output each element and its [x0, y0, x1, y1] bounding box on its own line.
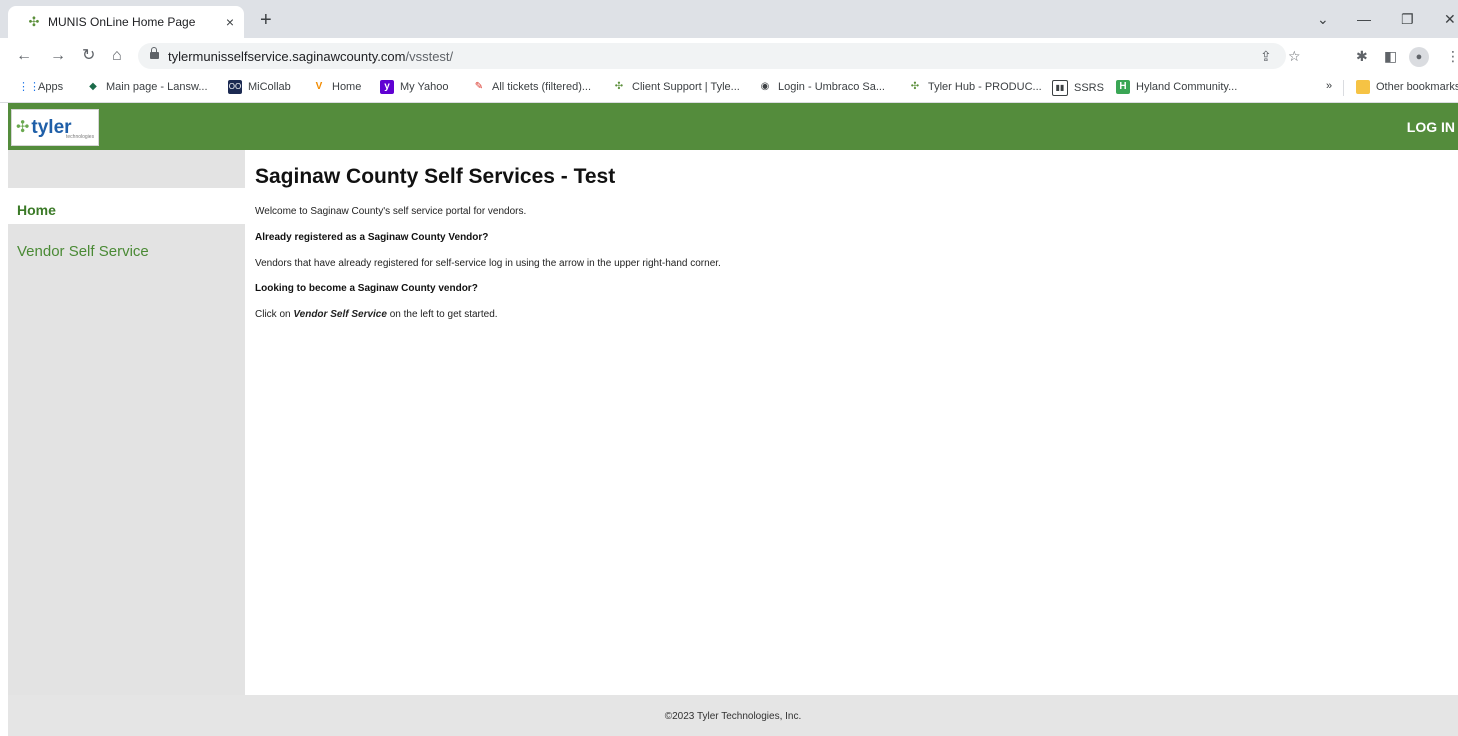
tyler-icon: ✣ [910, 81, 920, 92]
back-button[interactable]: ← [16, 46, 32, 66]
bookmark-star-icon[interactable]: ☆ [1288, 47, 1301, 65]
profile-avatar-icon[interactable]: ● [1409, 47, 1429, 67]
browser-tab-strip: ✣ MUNIS OnLine Home Page × + ⌄ — ❐ ✕ [0, 0, 1458, 38]
bookmark-home[interactable]: V Home [312, 80, 362, 94]
tyler-logo[interactable]: ✣ tyler technologies [11, 109, 99, 146]
apps-grid-icon: ⋮⋮ [18, 81, 40, 93]
bookmark-umbraco-login[interactable]: ◉ Login - Umbraco Sa... [758, 80, 885, 94]
url-text[interactable]: tylermunisselfservice.saginawcounty.com/… [168, 49, 453, 64]
ssrs-icon: ▮▮ [1052, 80, 1068, 96]
site-footer: ©2023 Tyler Technologies, Inc. [8, 695, 1458, 736]
tab-close-icon[interactable]: × [226, 14, 234, 30]
lansweeper-icon: ◆ [89, 81, 97, 92]
copyright-text: ©2023 Tyler Technologies, Inc. [664, 711, 802, 722]
home-button[interactable]: ⌂ [112, 46, 122, 66]
tab-title: MUNIS OnLine Home Page [48, 15, 196, 29]
bookmark-client-support[interactable]: ✣ Client Support | Tyle... [612, 80, 740, 94]
bookmark-my-yahoo[interactable]: y My Yahoo [380, 80, 449, 94]
folder-icon [1356, 80, 1370, 94]
bookmarks-bar: ⋮⋮ Apps ◆ Main page - Lansw... OO MiColl… [0, 74, 1458, 103]
bookmark-ssrs[interactable]: ▮▮ SSRS [1052, 80, 1104, 96]
site-header: ✣ tyler technologies LOG IN [8, 103, 1458, 150]
new-tab-button[interactable]: + [260, 10, 272, 30]
get-started-text: Click on Vendor Self Service on the left… [255, 309, 498, 320]
bookmark-lansweeper[interactable]: ◆ Main page - Lansw... [86, 80, 207, 94]
tyler-logo-icon: ✣ [16, 118, 30, 136]
menu-kebab-icon[interactable]: ⋮ [1446, 47, 1458, 65]
other-bookmarks-folder[interactable]: Other bookmarks [1356, 80, 1458, 94]
address-bar[interactable]: tylermunisselfservice.saginawcounty.com/… [138, 43, 1286, 69]
reload-button[interactable]: ↻ [82, 46, 95, 66]
tab-search-icon[interactable]: ⌄ [1317, 10, 1329, 28]
browser-toolbar: ← → ↻ ⌂ tylermunisselfservice.saginawcou… [0, 38, 1458, 74]
vendor-self-service-link[interactable]: Vendor Self Service [293, 309, 387, 320]
tyler-icon: ✣ [614, 81, 624, 92]
more-bookmarks-button[interactable]: » [1326, 80, 1332, 92]
bookmark-micollab[interactable]: OO MiCollab [228, 80, 291, 94]
tyler-favicon-icon: ✣ [28, 14, 40, 29]
lock-icon[interactable] [150, 47, 159, 61]
bookmark-apps[interactable]: ⋮⋮ Apps [18, 80, 63, 94]
browser-tab[interactable]: ✣ MUNIS OnLine Home Page × [8, 6, 244, 38]
registered-text: Vendors that have already registered for… [255, 258, 721, 269]
hyland-icon: H [1116, 80, 1130, 94]
become-vendor-heading: Looking to become a Saginaw County vendo… [255, 283, 478, 294]
home-bookmark-icon: V [315, 81, 323, 92]
sidebar-item-vendor-self-service[interactable]: Vendor Self Service [17, 243, 149, 260]
micollab-icon: OO [228, 80, 242, 94]
sidebar-item-label: Home [17, 202, 56, 218]
globe-icon: ◉ [760, 81, 770, 92]
share-icon[interactable]: ⇪ [1260, 47, 1272, 65]
tickets-icon: ✎ [474, 81, 484, 92]
bookmark-all-tickets[interactable]: ✎ All tickets (filtered)... [472, 80, 591, 94]
extensions-icon[interactable]: ✱ [1356, 47, 1368, 65]
sidebar-item-home[interactable]: Home [8, 188, 245, 224]
page-title: Saginaw County Self Services - Test [255, 165, 616, 188]
registered-heading: Already registered as a Saginaw County V… [255, 232, 489, 243]
restore-button[interactable]: ❐ [1401, 10, 1414, 28]
bookmark-tyler-hub[interactable]: ✣ Tyler Hub - PRODUC... [908, 80, 1042, 94]
close-window-button[interactable]: ✕ [1444, 10, 1456, 28]
login-link[interactable]: LOG IN [1407, 119, 1455, 135]
welcome-text: Welcome to Saginaw County's self service… [255, 206, 527, 217]
yahoo-icon: y [380, 80, 394, 94]
forward-button[interactable]: → [50, 46, 66, 66]
minimize-button[interactable]: — [1357, 10, 1371, 28]
bookmark-hyland-community[interactable]: H Hyland Community... [1116, 80, 1237, 94]
bookmark-divider [1343, 80, 1344, 96]
side-panel-icon[interactable]: ◧ [1384, 47, 1397, 65]
sidebar: Home Vendor Self Service [8, 150, 245, 695]
